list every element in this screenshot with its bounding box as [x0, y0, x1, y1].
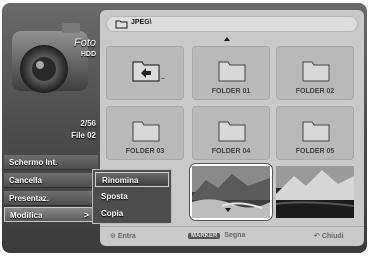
folder-label: FOLDER 02 — [295, 88, 335, 95]
folder-label: FOLDER 01 — [211, 88, 251, 95]
source-label: HDD — [80, 51, 96, 58]
photo-browser-screen: Foto HDD 2/56 File 02 Schermo Int. Cance… — [0, 0, 371, 256]
submenu-item-rinomina[interactable]: Rinomina — [95, 172, 169, 187]
folder-icon — [302, 121, 330, 142]
menu-item-label: Presentaz. — [9, 194, 50, 203]
current-path: JPEG\ — [131, 19, 152, 26]
folder-label: FOLDER 03 — [125, 148, 165, 155]
folder-tile-01[interactable]: FOLDER 01 — [192, 46, 270, 100]
folder-tile-05[interactable]: FOLDER 05 — [276, 106, 354, 160]
close-hint: ↶ Chiudi — [314, 232, 344, 240]
menu-item-modifica[interactable]: Modifica > — [4, 207, 98, 222]
parent-folder-tile[interactable]: .. — [106, 46, 184, 100]
submenu-item-label: Rinomina — [102, 176, 139, 185]
landscape-photo-image — [192, 166, 270, 218]
mountain-photo-image — [275, 166, 355, 218]
menu-item-schermo-int[interactable]: Schermo Int. — [4, 155, 98, 170]
return-key-icon: ↶ — [314, 233, 320, 240]
parent-folder-label: .. — [161, 74, 165, 81]
folder-tile-03[interactable]: FOLDER 03 — [106, 106, 184, 160]
submenu-item-label: Sposta — [101, 192, 128, 201]
parent-folder-icon — [132, 61, 160, 82]
photo-thumbnail-02[interactable] — [192, 166, 270, 218]
submenu-item-copia[interactable]: Copia — [95, 206, 169, 221]
marker-key-icon: MARKER — [188, 233, 221, 239]
marker-hint-label: Segna — [224, 232, 246, 239]
scroll-up-arrow-icon[interactable] — [224, 37, 230, 41]
menu-item-presentaz[interactable]: Presentaz. — [4, 191, 98, 206]
folder-icon — [302, 61, 330, 82]
enter-hint: ⊙ Entra — [110, 232, 136, 240]
ok-button-icon: ⊙ — [110, 233, 116, 240]
menu-item-cancella[interactable]: Cancella — [4, 173, 98, 188]
folder-label: FOLDER 04 — [211, 148, 251, 155]
enter-hint-label: Entra — [117, 233, 136, 240]
menu-item-label: Schermo Int. — [9, 158, 58, 167]
chevron-right-icon: > — [83, 210, 89, 220]
photo-thumbnail-03[interactable] — [275, 166, 355, 218]
camera-icon — [12, 23, 88, 93]
mode-label: Foto — [73, 37, 96, 49]
folder-icon — [218, 61, 246, 82]
folder-label: FOLDER 05 — [295, 148, 335, 155]
button-hints-bar: ⊙ Entra MARKER Segna ↶ Chiudi — [100, 226, 364, 247]
scroll-down-arrow-icon[interactable] — [225, 208, 231, 212]
close-hint-label: Chiudi — [321, 233, 344, 240]
path-bar: JPEG\ — [106, 16, 358, 32]
marker-hint: MARKER Segna — [188, 232, 245, 239]
menu-item-label: Modifica — [10, 211, 43, 220]
submenu-item-sposta[interactable]: Sposta — [95, 189, 169, 204]
folder-tile-04[interactable]: FOLDER 04 — [192, 106, 270, 160]
file-counter: 2/56 — [80, 119, 96, 128]
edit-submenu: Rinomina Sposta Copia — [92, 169, 172, 224]
menu-item-label: Cancella — [9, 176, 42, 185]
folder-icon — [115, 20, 128, 29]
folder-icon — [132, 121, 160, 142]
folder-tile-02[interactable]: FOLDER 02 — [276, 46, 354, 100]
submenu-item-label: Copia — [101, 209, 124, 218]
current-file-name: File 02 — [71, 131, 96, 140]
folder-icon — [218, 121, 246, 142]
